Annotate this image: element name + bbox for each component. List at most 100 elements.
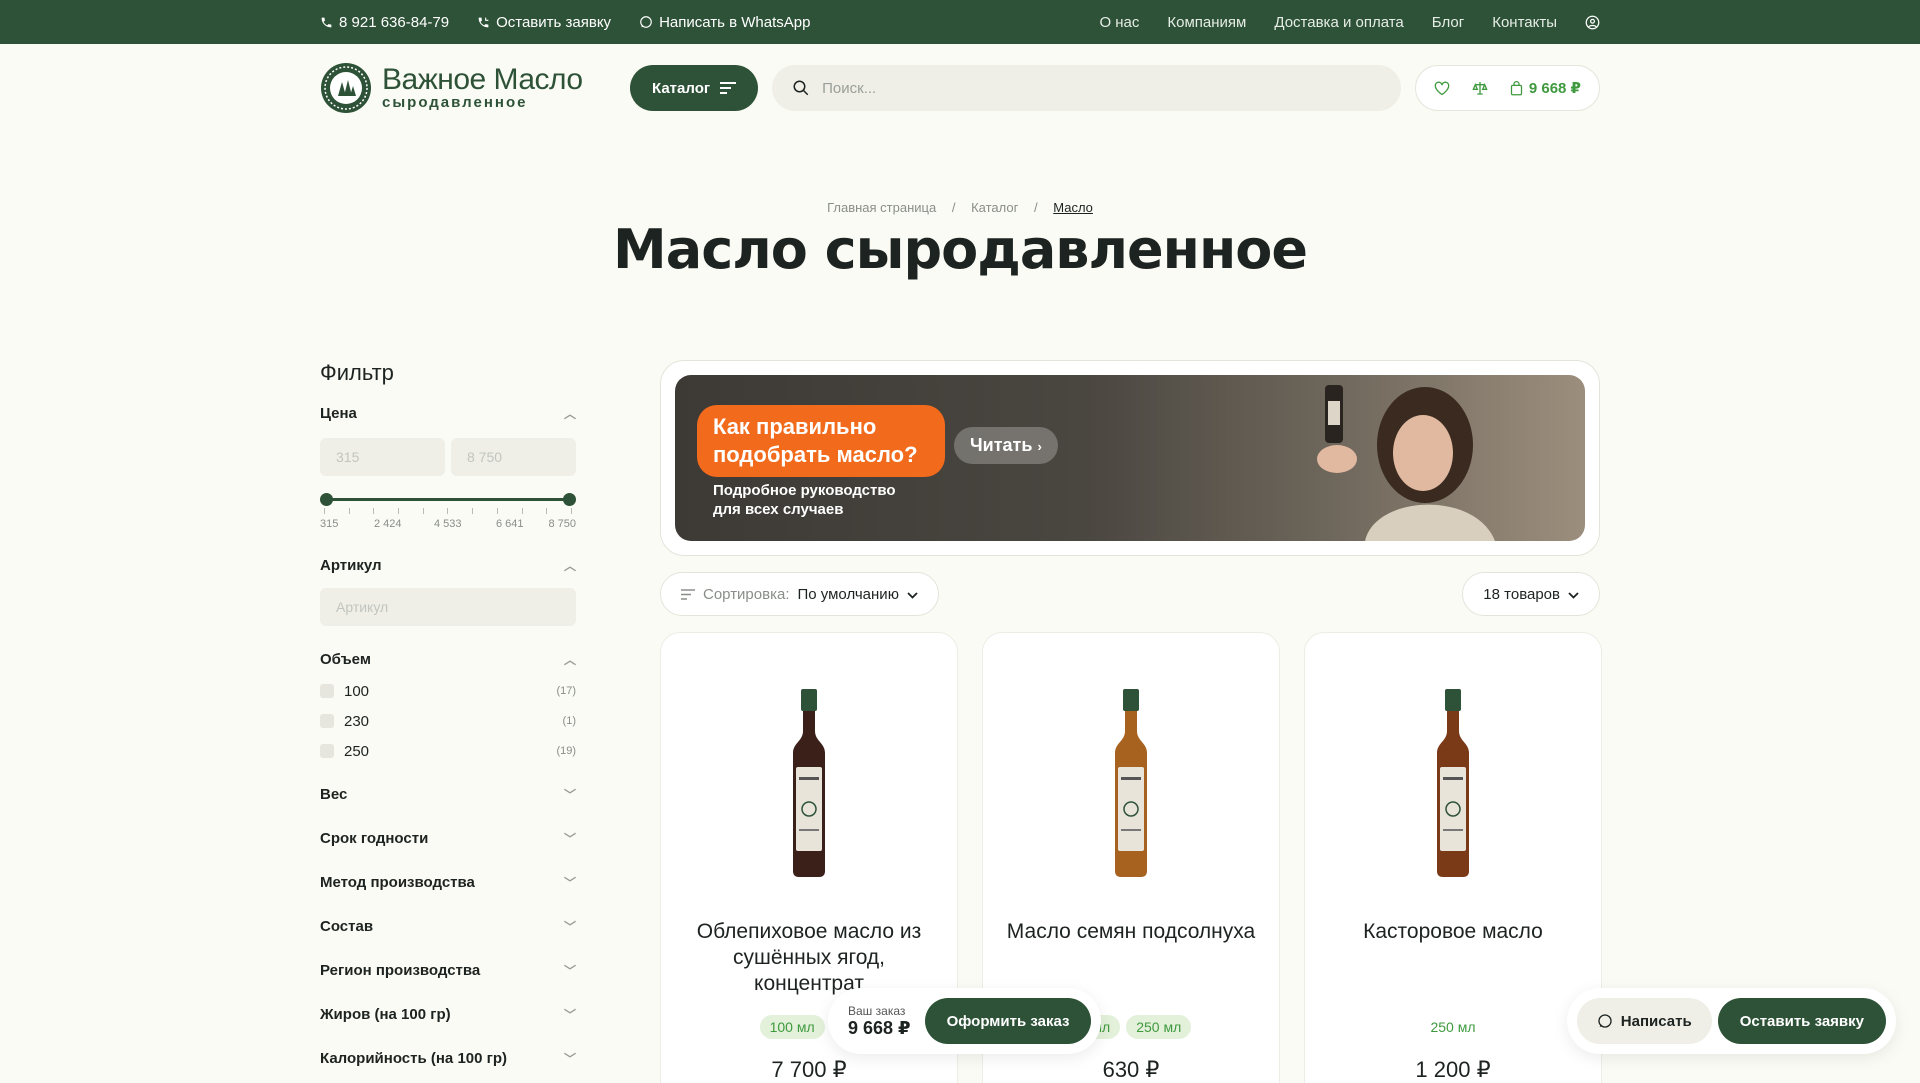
checkbox[interactable] [320, 714, 334, 728]
nav-companies[interactable]: Компаниям [1167, 14, 1246, 31]
chevron-down-icon: ﹀ [563, 1007, 576, 1022]
chevron-up-icon: ︿ [563, 406, 576, 421]
phone-callback-icon [477, 16, 490, 29]
compare-scales-icon[interactable] [1472, 80, 1488, 96]
price-max-input[interactable] [451, 438, 576, 476]
product-name[interactable]: Облепиховое масло из сушённых ягод, конц… [681, 919, 937, 997]
chevron-down-icon: ﹀ [563, 787, 576, 802]
promo-banner-image: Как правильно подобрать масло? Читать › … [675, 375, 1585, 541]
breadcrumb-current[interactable]: Масло [1053, 200, 1093, 215]
cart-bag-icon [1510, 80, 1523, 96]
chevron-down-icon: ﹀ [563, 875, 576, 890]
chevron-down-icon: ﹀ [563, 963, 576, 978]
volume-option-100[interactable]: 100 (17) [320, 676, 576, 706]
filter-price-header[interactable]: Цена ︿ [320, 402, 576, 424]
product-name[interactable]: Касторовое масло [1325, 919, 1581, 945]
woman-holding-bottle-illustration [1317, 385, 1495, 541]
volume-chip[interactable]: 250 мл [1126, 1015, 1192, 1039]
chevron-up-icon: ︿ [563, 558, 576, 573]
cart-button[interactable]: 9 668 ₽ [1510, 79, 1581, 97]
whatsapp-icon [639, 15, 653, 29]
volume-chip[interactable]: 100 мл [759, 1015, 825, 1039]
checkout-button[interactable]: Оформить заказ [924, 998, 1092, 1044]
filter-fat[interactable]: Жиров (на 100 гр) ﹀ [320, 992, 576, 1036]
breadcrumb: Главная страница / Каталог / Масло [827, 200, 1093, 215]
chevron-down-icon: ﹀ [563, 919, 576, 934]
volume-chip[interactable]: 250 мл [1420, 1015, 1485, 1039]
nav-about[interactable]: О нас [1099, 14, 1139, 31]
price-slider-min-handle[interactable] [320, 493, 333, 506]
banner-headline: Как правильно подобрать масло? [697, 405, 945, 477]
price-slider[interactable] [320, 492, 576, 506]
filter-production-method[interactable]: Метод производства ﹀ [320, 860, 576, 904]
logo-title: Важное Масло [382, 63, 583, 96]
price-slider-max-handle[interactable] [563, 493, 576, 506]
chevron-down-icon [907, 586, 918, 603]
breadcrumb-catalog[interactable]: Каталог [971, 200, 1018, 215]
search-bar[interactable] [772, 65, 1401, 111]
filter-sidebar: Фильтр Цена ︿ 315 2 424 4 533 6 641 8 75… [320, 360, 576, 1080]
logo[interactable]: Важное Масло сыродавленное [320, 62, 616, 114]
product-price: 7 700 ₽ [771, 1057, 847, 1082]
phone-icon [320, 16, 333, 29]
oil-bottle-image [793, 689, 825, 877]
chevron-down-icon [1568, 586, 1579, 603]
product-price: 1 200 ₽ [1415, 1057, 1491, 1082]
search-input[interactable] [822, 79, 1381, 97]
product-price: 630 ₽ [1102, 1057, 1160, 1082]
filter-weight[interactable]: Вес ﹀ [320, 772, 576, 816]
header-actions: 9 668 ₽ [1414, 65, 1600, 111]
items-per-page-dropdown[interactable]: 18 товаров [1462, 572, 1600, 616]
filter-region[interactable]: Регион производства ﹀ [320, 948, 576, 992]
filter-shelf-life[interactable]: Срок годности ﹀ [320, 816, 576, 860]
volume-option-250[interactable]: 250 (19) [320, 736, 576, 766]
price-tick-labels: 315 2 424 4 533 6 641 8 750 [320, 518, 576, 530]
price-min-input[interactable] [320, 438, 445, 476]
chevron-right-icon: › [1037, 439, 1042, 454]
whatsapp-icon [1597, 1013, 1613, 1029]
breadcrumb-home[interactable]: Главная страница [827, 200, 936, 215]
product-card[interactable]: Касторовое масло 250 мл 1 200 ₽ [1304, 632, 1602, 1083]
price-slider-ticks [320, 508, 576, 514]
volume-option-230[interactable]: 230 (1) [320, 706, 576, 736]
menu-icon [720, 82, 737, 94]
top-bar: 8 921 636-84-79 Оставить заявку Написать… [0, 0, 1920, 44]
filter-title: Фильтр [320, 360, 394, 385]
nav-delivery[interactable]: Доставка и оплата [1274, 14, 1403, 31]
catalog-button[interactable]: Каталог [630, 65, 759, 111]
banner-subtitle: Подробное руководство для всех случаев [713, 482, 896, 518]
whatsapp-link[interactable]: Написать в WhatsApp [639, 14, 810, 31]
sort-dropdown[interactable]: Сортировка: По умолчанию [660, 572, 939, 616]
checkbox[interactable] [320, 684, 334, 698]
user-icon[interactable] [1585, 15, 1600, 30]
oil-bottle-image [1437, 689, 1469, 877]
filter-volume-header[interactable]: Объем ︿ [320, 648, 576, 670]
nav-contacts[interactable]: Контакты [1492, 14, 1557, 31]
order-summary-bar: Ваш заказ 9 668 ₽ Оформить заказ [828, 988, 1102, 1054]
request-link[interactable]: Оставить заявку [477, 14, 611, 31]
promo-banner[interactable]: Как правильно подобрать масло? Читать › … [660, 360, 1600, 556]
checkbox[interactable] [320, 744, 334, 758]
order-label: Ваш заказ [848, 1003, 906, 1018]
phone-link[interactable]: 8 921 636-84-79 [320, 14, 449, 31]
filter-article-header[interactable]: Артикул ︿ [320, 554, 576, 576]
article-input[interactable] [320, 588, 576, 626]
sort-lines-icon [681, 588, 695, 600]
filter-calories[interactable]: Калорийность (на 100 гр) ﹀ [320, 1036, 576, 1080]
chevron-up-icon: ︿ [563, 652, 576, 667]
header: Важное Масло сыродавленное Каталог 9 668… [0, 44, 1920, 132]
chevron-down-icon: ﹀ [563, 1051, 576, 1066]
product-name[interactable]: Масло семян подсолнуха [1003, 919, 1259, 945]
logo-emblem-icon [321, 63, 371, 113]
contact-bar: Написать Оставить заявку [1566, 988, 1896, 1054]
page-title: Масло сыродавленное [613, 218, 1308, 281]
oil-bottle-image [1115, 689, 1147, 877]
chevron-down-icon: ﹀ [563, 831, 576, 846]
write-whatsapp-button[interactable]: Написать [1576, 998, 1712, 1044]
leave-request-button[interactable]: Оставить заявку [1717, 998, 1886, 1044]
logo-subtitle: сыродавленное [382, 94, 528, 111]
filter-composition[interactable]: Состав ﹀ [320, 904, 576, 948]
favorites-heart-icon[interactable] [1434, 81, 1450, 96]
nav-blog[interactable]: Блог [1432, 14, 1464, 31]
banner-read-button[interactable]: Читать › [954, 427, 1058, 464]
